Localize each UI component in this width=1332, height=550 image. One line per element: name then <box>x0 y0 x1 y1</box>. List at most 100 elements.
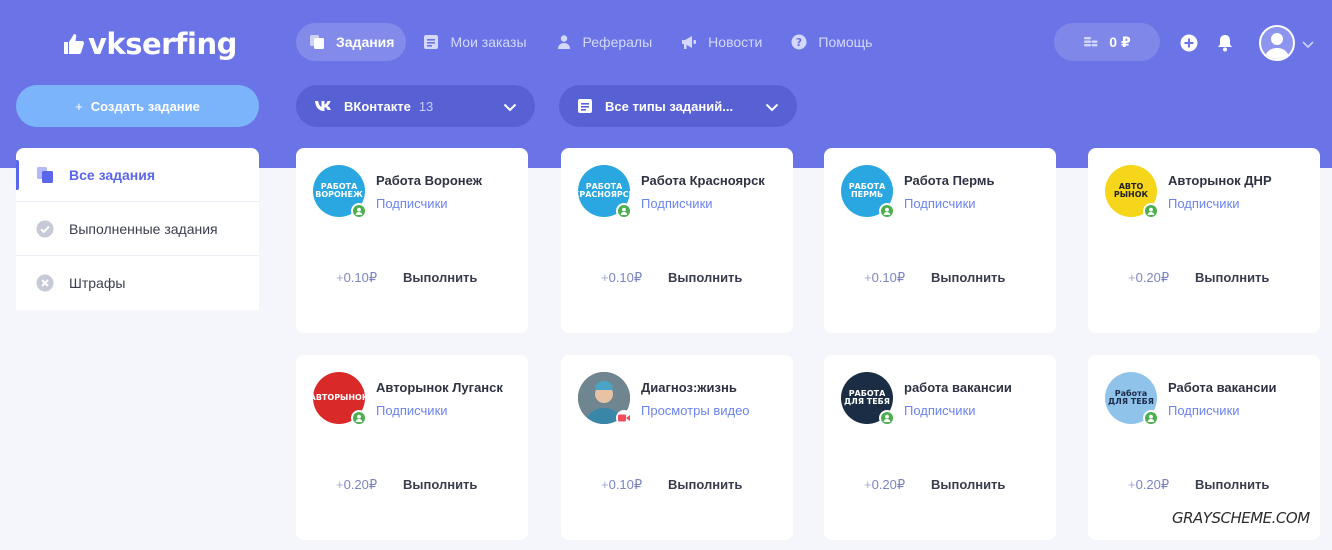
subscribe-icon <box>616 203 632 219</box>
task-title[interactable]: Работа Красноярск <box>641 173 769 188</box>
subscribe-icon <box>1143 410 1159 426</box>
task-reward: +0.10₽ <box>864 270 906 285</box>
bell-icon[interactable] <box>1215 33 1235 53</box>
logo[interactable]: vkserfing <box>62 24 237 64</box>
task-title[interactable]: Диагноз:жизнь <box>641 380 769 395</box>
thumbs-up-icon <box>64 34 84 54</box>
complete-task-button[interactable]: Выполнить <box>668 270 742 285</box>
sidebar-item-all-tasks[interactable]: Все задания <box>16 148 259 202</box>
task-type-filter-dropdown[interactable]: Все типы заданий... <box>559 85 797 127</box>
task-avatar-text: Работа ДЛЯ ТЕБЯ <box>1108 388 1154 406</box>
check-circle-icon <box>36 220 54 238</box>
copy-icon <box>36 166 54 184</box>
task-reward-value: 0.10₽ <box>871 270 906 285</box>
task-title[interactable]: Работа вакансии <box>1168 380 1296 395</box>
subscribe-icon <box>351 203 367 219</box>
complete-task-button[interactable]: Выполнить <box>931 270 1005 285</box>
task-avatar-text: АВТОРЫНОК <box>309 392 369 402</box>
task-avatar: РАБОТА ВОРОНЕЖ <box>313 165 367 219</box>
create-task-label: Создать задание <box>90 98 200 114</box>
complete-task-button[interactable]: Выполнить <box>1195 270 1269 285</box>
complete-task-button[interactable]: Выполнить <box>403 270 477 285</box>
task-type: Просмотры видео <box>641 403 750 418</box>
copy-icon <box>308 33 326 51</box>
task-title[interactable]: Авторынок Луганск <box>376 380 504 395</box>
sidebar-item-label: Выполненные задания <box>69 220 218 237</box>
task-card: Диагноз:жизнь Просмотры видео +0.10₽ Вып… <box>561 355 793 540</box>
task-reward: +0.10₽ <box>601 477 643 492</box>
task-reward-value: 0.20₽ <box>343 477 378 492</box>
nav-item-referrals[interactable]: Рефералы <box>543 23 665 61</box>
balance-value: 0 ₽ <box>1109 33 1131 50</box>
task-card: РАБОТА ПЕРМЬ Работа Пермь Подписчики +0.… <box>824 148 1056 333</box>
nav-item-label: Задания <box>336 34 395 50</box>
task-avatar: АВТО РЫНОК <box>1105 165 1159 219</box>
subscribe-icon <box>351 410 367 426</box>
nav-item-label: Мои заказы <box>450 34 527 50</box>
task-reward-value: 0.10₽ <box>608 270 643 285</box>
subscribe-icon <box>1143 203 1159 219</box>
nav-item-news[interactable]: Новости <box>668 23 774 61</box>
complete-task-button[interactable]: Выполнить <box>931 477 1005 492</box>
video-icon <box>616 410 632 426</box>
task-avatar-text: РАБОТА ДЛЯ ТЕБЯ <box>844 388 890 406</box>
complete-task-button[interactable]: Выполнить <box>403 477 477 492</box>
task-avatar-text: РАБОТА ПЕРМЬ <box>848 181 886 199</box>
task-reward-value: 0.20₽ <box>871 477 906 492</box>
chevron-down-icon <box>765 100 779 115</box>
complete-task-button[interactable]: Выполнить <box>668 477 742 492</box>
person-icon <box>555 33 573 51</box>
task-card: АВТОРЫНОК Авторынок Луганск Подписчики +… <box>296 355 528 540</box>
vk-icon <box>314 100 334 112</box>
sidebar-item-completed-tasks[interactable]: Выполненные задания <box>16 202 259 256</box>
task-avatar: АВТОРЫНОК <box>310 372 368 426</box>
create-task-button[interactable]: + Создать задание <box>16 85 259 127</box>
task-title[interactable]: Авторынок ДНР <box>1168 173 1296 188</box>
task-type: Подписчики <box>1168 403 1240 418</box>
network-filter-dropdown[interactable]: ВКонтакте 13 <box>296 85 535 127</box>
task-reward-value: 0.10₽ <box>608 477 643 492</box>
task-type-filter-label: Все типы заданий... <box>605 98 734 114</box>
task-avatar <box>578 372 632 426</box>
svg-text:?: ? <box>796 36 802 49</box>
task-reward: +0.20₽ <box>336 477 378 492</box>
subscribe-icon <box>879 410 895 426</box>
complete-task-button[interactable]: Выполнить <box>1195 477 1269 492</box>
sidebar-item-label: Штрафы <box>69 275 126 291</box>
question-icon: ? <box>790 33 808 51</box>
task-card: АВТО РЫНОК Авторынок ДНР Подписчики +0.2… <box>1088 148 1320 333</box>
nav-item-help[interactable]: ? Помощь <box>778 23 884 61</box>
x-circle-icon <box>36 274 54 292</box>
task-reward-value: 0.20₽ <box>1135 270 1170 285</box>
sidebar-item-penalties[interactable]: Штрафы <box>16 256 259 310</box>
balance-button[interactable]: 0 ₽ <box>1054 23 1160 61</box>
task-avatar: РАБОТА ДЛЯ ТЕБЯ <box>841 372 895 426</box>
user-avatar-icon[interactable] <box>1259 25 1295 61</box>
task-avatar: РАБОТА КРАСНОЯРСК <box>573 165 635 219</box>
task-avatar: РАБОТА ПЕРМЬ <box>841 165 895 219</box>
plus-circle-icon[interactable] <box>1179 33 1199 53</box>
document-icon <box>422 33 440 51</box>
watermark: GRAYSCHEME.COM <box>1172 509 1310 527</box>
task-reward: +0.10₽ <box>601 270 643 285</box>
task-title[interactable]: работа вакансии <box>904 380 1032 395</box>
nav-item-tasks[interactable]: Задания <box>296 23 407 61</box>
task-card: РАБОТА ВОРОНЕЖ Работа Воронеж Подписчики… <box>296 148 528 333</box>
task-avatar: Работа ДЛЯ ТЕБЯ <box>1105 372 1159 426</box>
task-type: Подписчики <box>1168 196 1240 211</box>
task-title[interactable]: Работа Воронеж <box>376 173 504 188</box>
task-type: Подписчики <box>904 196 976 211</box>
task-avatar-text: АВТО РЫНОК <box>1113 181 1149 199</box>
nav-item-label: Помощь <box>818 34 873 50</box>
sidebar: Все задания Выполненные задания Штрафы <box>16 148 259 310</box>
task-title[interactable]: Работа Пермь <box>904 173 1032 188</box>
task-avatar-text: РАБОТА КРАСНОЯРСК <box>572 181 636 199</box>
task-type: Подписчики <box>904 403 976 418</box>
chevron-down-icon[interactable] <box>1302 36 1314 54</box>
logo-text: vkserfing <box>88 27 237 61</box>
sidebar-item-label: Все задания <box>69 166 156 183</box>
task-type: Подписчики <box>641 196 713 211</box>
nav-item-my-orders[interactable]: Мои заказы <box>410 23 538 61</box>
coins-icon <box>1083 35 1099 49</box>
task-reward-value: 0.10₽ <box>343 270 378 285</box>
